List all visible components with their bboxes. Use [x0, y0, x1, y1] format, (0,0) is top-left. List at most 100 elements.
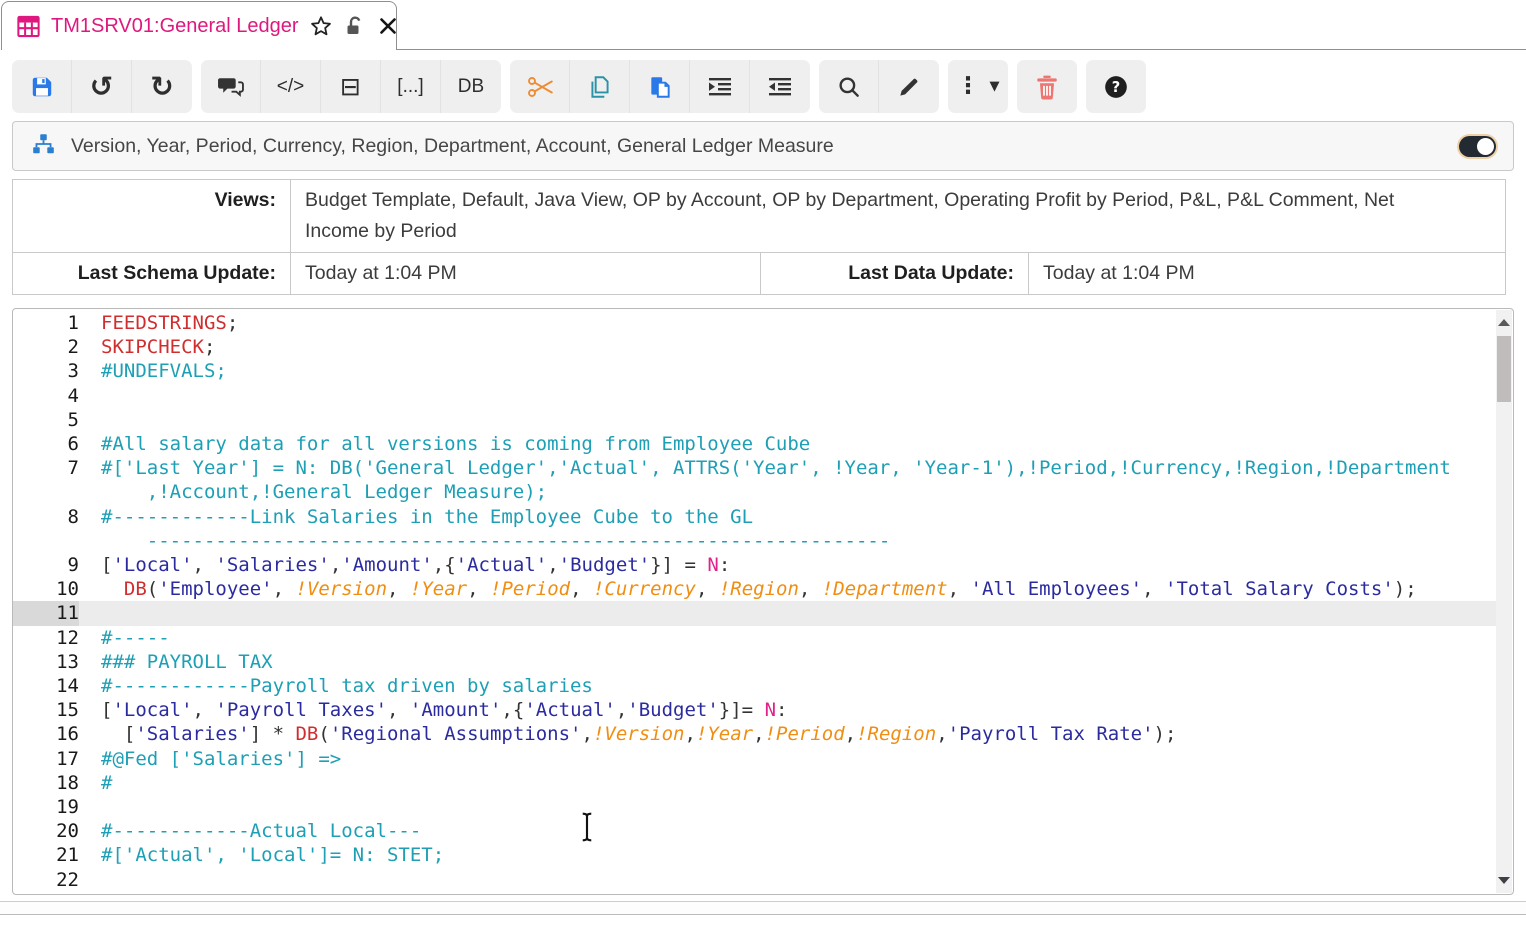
code-line-10[interactable]: 10 DB('Employee', !Version, !Year, !Peri…: [13, 577, 1496, 601]
code-line-4[interactable]: 4: [13, 384, 1496, 408]
find-button[interactable]: [819, 60, 879, 113]
code-line-14[interactable]: 14#------------Payroll tax driven by sal…: [13, 674, 1496, 698]
line-number: 9: [13, 553, 79, 577]
close-icon[interactable]: [376, 14, 400, 38]
redo-icon: ↻: [150, 73, 173, 101]
views-value: Budget Template, Default, Java View, OP …: [291, 180, 1506, 253]
scissors-icon: [526, 74, 554, 100]
line-content: #@Fed ['Salaries'] =>: [79, 747, 1496, 771]
tab-bar: TM1SRV01:General Ledger: [0, 0, 1526, 50]
code-view-button[interactable]: </>: [261, 60, 321, 113]
code-line-16[interactable]: 16 ['Salaries'] * DB('Regional Assumptio…: [13, 722, 1496, 746]
line-number: 22: [13, 868, 79, 892]
code-line-21[interactable]: 21#['Actual', 'Local']= N: STET;: [13, 843, 1496, 867]
code-line-11[interactable]: 11: [13, 601, 1496, 625]
last-schema-update-label: Last Schema Update:: [13, 253, 291, 295]
toolbar-group: ⋮▼: [948, 60, 1008, 113]
line-content: SKIPCHECK;: [79, 335, 1496, 359]
scroll-up-arrow-icon[interactable]: [1498, 319, 1510, 326]
cube-tab[interactable]: TM1SRV01:General Ledger: [1, 1, 397, 50]
line-content: [79, 892, 1496, 894]
delete-button[interactable]: [1017, 60, 1077, 113]
line-content: [79, 868, 1496, 892]
more-options-button[interactable]: ⋮▼: [948, 60, 1008, 113]
toolbar-group: [819, 60, 939, 113]
line-content: FEEDSTRINGS;: [79, 311, 1496, 335]
code-line-5[interactable]: 5: [13, 408, 1496, 432]
collapse-icon: ⊟: [340, 74, 361, 99]
copy-icon: [587, 74, 613, 100]
star-icon[interactable]: [308, 14, 334, 39]
line-content: #------------Payroll tax driven by salar…: [79, 674, 1496, 698]
outdent-icon: [766, 75, 794, 99]
scroll-down-arrow-icon[interactable]: [1498, 877, 1510, 884]
comment-button[interactable]: [201, 60, 261, 113]
line-content: [79, 384, 1496, 408]
code-line-17[interactable]: 17#@Fed ['Salaries'] =>: [13, 747, 1496, 771]
code-line-23[interactable]: 23: [13, 892, 1496, 894]
dimensions-toggle[interactable]: [1459, 136, 1496, 157]
undo-icon: ↺: [90, 73, 113, 101]
undo-button[interactable]: ↺: [72, 60, 132, 113]
code-line-9[interactable]: 9['Local', 'Salaries','Amount',{'Actual'…: [13, 553, 1496, 577]
paste-icon: [647, 74, 673, 100]
line-content: [79, 408, 1496, 432]
code-line-12[interactable]: 12#-----: [13, 626, 1496, 650]
line-content: DB('Employee', !Version, !Year, !Period,…: [79, 577, 1496, 601]
copy-button[interactable]: [570, 60, 630, 113]
code-line-20[interactable]: 20#------------Actual Local---: [13, 819, 1496, 843]
collapse-button[interactable]: ⊟: [321, 60, 381, 113]
help-button[interactable]: ?: [1086, 60, 1146, 113]
code-line-7[interactable]: 7#['Last Year'] = N: DB('General Ledger'…: [13, 456, 1496, 504]
toolbar: ↺↻</>⊟[...]DB⋮▼?: [12, 60, 1514, 113]
views-label: Views:: [13, 180, 291, 253]
code-line-22[interactable]: 22: [13, 868, 1496, 892]
horizontal-scrollbar-track[interactable]: [0, 901, 1526, 915]
search-icon: [836, 74, 862, 100]
code-area[interactable]: 1FEEDSTRINGS;2SKIPCHECK;3#UNDEFVALS;456#…: [13, 309, 1496, 894]
code-view-label: </>: [277, 76, 304, 98]
save-button[interactable]: [12, 60, 72, 113]
line-number: 23: [13, 892, 79, 894]
code-line-1[interactable]: 1FEEDSTRINGS;: [13, 311, 1496, 335]
updates-row: Last Schema Update: Today at 1:04 PM Las…: [13, 253, 1506, 295]
scrollbar-thumb[interactable]: [1497, 336, 1511, 402]
code-line-15[interactable]: 15['Local', 'Payroll Taxes', 'Amount',{'…: [13, 698, 1496, 722]
db-reference-button[interactable]: DB: [441, 60, 501, 113]
line-number: 4: [13, 384, 79, 408]
code-line-6[interactable]: 6#All salary data for all versions is co…: [13, 432, 1496, 456]
expression-button[interactable]: [...]: [381, 60, 441, 113]
line-number: 2: [13, 335, 79, 359]
unlock-icon[interactable]: [343, 14, 367, 39]
line-number: 14: [13, 674, 79, 698]
rule-code-editor[interactable]: 1FEEDSTRINGS;2SKIPCHECK;3#UNDEFVALS;456#…: [12, 308, 1514, 895]
last-data-update-label: Last Data Update:: [761, 253, 1029, 295]
rule-editor-page: TM1SRV01:General Ledger ↺↻</>⊟[...]DB⋮▼?…: [0, 0, 1526, 926]
expression-label: [...]: [397, 76, 423, 98]
code-line-18[interactable]: 18#: [13, 771, 1496, 795]
line-number: 12: [13, 626, 79, 650]
toolbar-group: ↺↻: [12, 60, 192, 113]
line-number: 17: [13, 747, 79, 771]
edit-button[interactable]: [879, 60, 939, 113]
vertical-scrollbar[interactable]: [1496, 310, 1512, 893]
code-line-8[interactable]: 8#------------Link Salaries in the Emplo…: [13, 505, 1496, 553]
toggle-knob: [1477, 138, 1494, 155]
line-number: 19: [13, 795, 79, 819]
line-content: ['Salaries'] * DB('Regional Assumptions'…: [79, 722, 1496, 746]
code-line-3[interactable]: 3#UNDEFVALS;: [13, 359, 1496, 383]
code-line-2[interactable]: 2SKIPCHECK;: [13, 335, 1496, 359]
cut-button[interactable]: [510, 60, 570, 113]
line-number: 3: [13, 359, 79, 383]
redo-button[interactable]: ↻: [132, 60, 192, 113]
outdent-button[interactable]: [750, 60, 810, 113]
code-line-13[interactable]: 13### PAYROLL TAX: [13, 650, 1496, 674]
code-line-19[interactable]: 19: [13, 795, 1496, 819]
paste-button[interactable]: [630, 60, 690, 113]
line-content: #: [79, 771, 1496, 795]
line-content: ### PAYROLL TAX: [79, 650, 1496, 674]
line-content: [79, 795, 1496, 819]
trash-icon: [1035, 74, 1059, 100]
line-content: #------------Link Salaries in the Employ…: [79, 505, 1496, 553]
indent-button[interactable]: [690, 60, 750, 113]
